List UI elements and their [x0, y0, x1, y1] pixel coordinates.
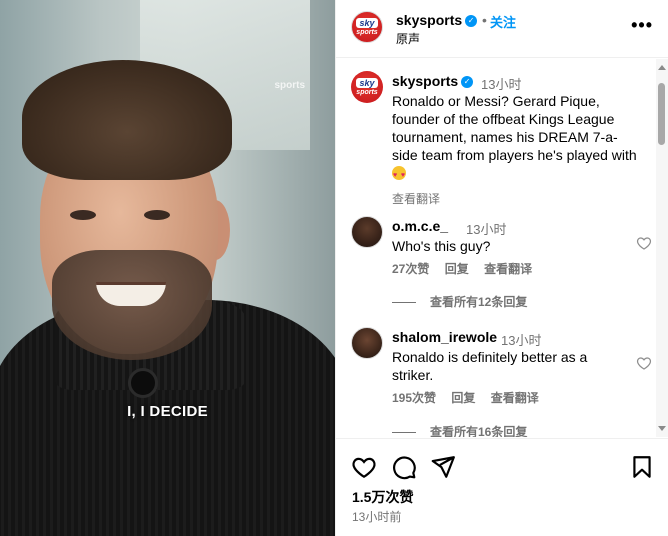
post-timestamp: 13小时前 — [352, 510, 402, 524]
hair — [22, 60, 232, 180]
caption-avatar[interactable]: sky sports — [351, 71, 383, 103]
comment-time: 13小时 — [466, 222, 507, 237]
view-replies-button[interactable]: 查看所有12条回复 — [392, 293, 527, 310]
video-watermark: sports — [274, 80, 305, 91]
heart-eyes-emoji-icon — [392, 166, 406, 185]
comments-list[interactable]: sky sports skysports ✓ 13小时 Ronaldo or Me… — [336, 59, 668, 437]
comments-scrollbar[interactable] — [656, 59, 668, 437]
caption-body: Ronaldo or Messi? Gerard Pique, founder … — [392, 93, 637, 163]
comment-reply-button[interactable]: 回复 — [451, 391, 475, 405]
comment-meta: 27次赞 回复 查看翻译 — [392, 260, 544, 277]
comment-like-heart-icon[interactable] — [636, 235, 652, 251]
comment-text: Ronaldo is definitely better as a strike… — [392, 349, 588, 383]
view-replies-text: 查看所有12条回复 — [430, 295, 528, 309]
commenter-avatar[interactable] — [351, 327, 383, 359]
bookmark-icon[interactable] — [629, 454, 655, 480]
post-header: sky sports skysports ✓ • 关注 原声 ••• — [336, 0, 668, 58]
comment-time: 13小时 — [501, 333, 542, 348]
comment-translate-link[interactable]: 查看翻译 — [491, 391, 539, 405]
share-icon[interactable] — [430, 454, 456, 480]
header-username[interactable]: skysports ✓ — [396, 12, 478, 28]
avatar-sports-text: sports — [356, 28, 378, 36]
header-username-text: skysports — [396, 12, 463, 28]
lapel-mic — [128, 368, 158, 398]
scroll-up-arrow-icon[interactable] — [658, 65, 666, 70]
comment-reply-button[interactable]: 回复 — [445, 262, 469, 276]
caption-username-text: skysports — [392, 73, 459, 89]
view-replies-text: 查看所有16条回复 — [430, 425, 528, 437]
caption-text: Ronaldo or Messi? Gerard Pique, founder … — [392, 92, 637, 185]
original-audio-link[interactable]: 原声 — [396, 30, 420, 47]
comment-text: Who's this guy? — [392, 238, 491, 254]
video-subtitle: I, I DECIDE — [127, 403, 208, 420]
caption-username[interactable]: skysports ✓ — [392, 73, 474, 89]
comment-like-count[interactable]: 195次赞 — [392, 391, 436, 405]
replies-divider-line — [392, 432, 416, 434]
avatar-sky-text: sky — [356, 17, 378, 28]
comment-username[interactable]: o.m.c.e_ — [392, 218, 448, 234]
follow-button[interactable]: 关注 — [490, 12, 516, 31]
like-count[interactable]: 1.5万次赞 — [352, 487, 413, 507]
comment-icon[interactable] — [391, 454, 417, 480]
avatar-sports-text: sports — [356, 88, 378, 96]
verified-icon: ✓ — [461, 76, 474, 89]
comment-like-heart-icon[interactable] — [636, 355, 652, 371]
caption-time: 13小时 — [481, 77, 522, 92]
separator-dot: • — [482, 12, 487, 28]
left-eye — [70, 210, 96, 220]
replies-divider-line — [392, 302, 416, 304]
account-avatar[interactable]: sky sports — [351, 11, 383, 43]
commenter-avatar[interactable] — [351, 216, 383, 248]
post-actions: 1.5万次赞 13小时前 — [336, 438, 668, 536]
comment-translate-link[interactable]: 查看翻译 — [484, 262, 532, 276]
comment-username[interactable]: shalom_irewole — [392, 329, 497, 345]
comment-like-count[interactable]: 27次赞 — [392, 262, 429, 276]
scroll-down-arrow-icon[interactable] — [658, 426, 666, 431]
post-panel: sky sports skysports ✓ • 关注 原声 ••• sky sp… — [335, 0, 668, 536]
scrollbar-thumb[interactable] — [658, 83, 665, 145]
right-eye — [144, 210, 170, 220]
video-player[interactable]: sports I, I DECIDE — [0, 0, 335, 536]
verified-icon: ✓ — [465, 15, 478, 28]
view-replies-button[interactable]: 查看所有16条回复 — [392, 423, 527, 437]
more-options-icon[interactable]: ••• — [631, 15, 653, 36]
like-heart-icon[interactable] — [351, 454, 377, 480]
avatar-sky-text: sky — [356, 77, 378, 88]
caption-translate-link[interactable]: 查看翻译 — [392, 190, 440, 207]
comment-meta: 195次赞 回复 查看翻译 — [392, 389, 551, 406]
